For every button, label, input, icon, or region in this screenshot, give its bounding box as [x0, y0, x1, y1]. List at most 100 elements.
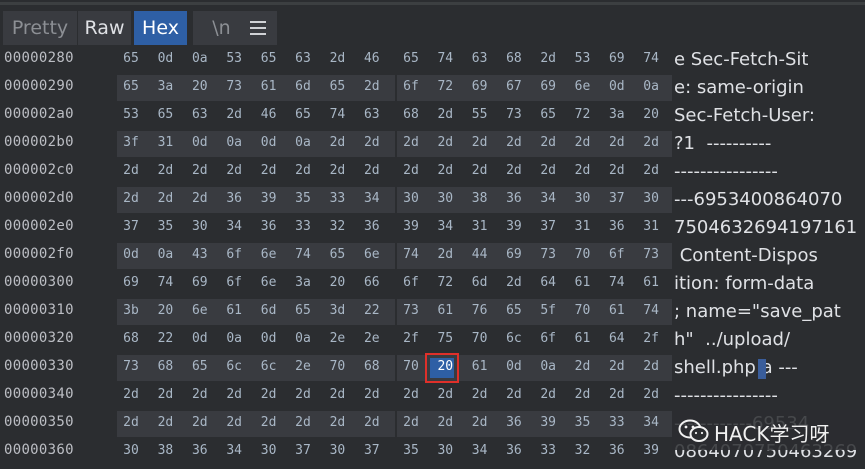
hex-byte[interactable]: 2d — [290, 415, 316, 430]
hex-byte[interactable]: 5f — [535, 303, 561, 318]
hex-byte[interactable]: 0a — [638, 79, 664, 94]
hex-byte[interactable]: 63 — [467, 51, 493, 66]
hex-byte[interactable]: 31 — [152, 135, 178, 150]
hex-byte[interactable]: 2d — [535, 387, 561, 402]
hex-byte[interactable]: 2d — [187, 191, 213, 206]
hex-byte[interactable]: 2d — [118, 415, 144, 430]
hex-byte[interactable]: 2d — [604, 387, 630, 402]
hex-byte[interactable]: 2d — [570, 163, 596, 178]
hex-byte[interactable]: 2d — [467, 135, 493, 150]
hex-byte[interactable]: 30 — [398, 191, 424, 206]
ascii-text[interactable]: 7504632694197161 — [674, 214, 857, 242]
hex-byte[interactable]: 6e — [570, 79, 596, 94]
hex-byte[interactable]: 0d — [256, 135, 282, 150]
hex-byte[interactable]: 44 — [467, 247, 493, 262]
hex-byte[interactable]: 33 — [604, 415, 630, 430]
hex-byte[interactable]: 6d — [256, 303, 282, 318]
hex-byte[interactable]: 6f — [398, 275, 424, 290]
hex-byte[interactable]: 3a — [604, 107, 630, 122]
hex-byte[interactable]: 2d — [152, 387, 178, 402]
hex-byte[interactable]: 37 — [359, 443, 385, 458]
hex-byte[interactable]: 69 — [118, 275, 144, 290]
hex-byte[interactable]: 37 — [290, 443, 316, 458]
hex-byte[interactable]: 2d — [187, 387, 213, 402]
tab-raw[interactable]: Raw — [78, 11, 131, 45]
hex-byte[interactable]: 2d — [638, 135, 664, 150]
hex-byte[interactable]: 34 — [359, 191, 385, 206]
hex-byte[interactable]: 65 — [118, 79, 144, 94]
hex-byte[interactable]: 63 — [290, 51, 316, 66]
hex-byte[interactable]: 2d — [221, 107, 247, 122]
ascii-text[interactable]: Sec-Fetch-User: — [674, 102, 815, 130]
ascii-text[interactable]: e: same-origin — [674, 74, 804, 102]
hex-byte[interactable]: 2e — [324, 331, 350, 346]
hex-byte[interactable]: 2d — [501, 163, 527, 178]
hex-view[interactable]: 00000280 65 0d 0a 53 65 63 2d 46 65 74 63 68 2d 53 69 74… — [0, 46, 865, 469]
hex-byte[interactable]: 2d — [535, 163, 561, 178]
hex-byte[interactable]: 34 — [432, 219, 458, 234]
hex-byte[interactable]: 75 — [432, 331, 458, 346]
hex-byte[interactable]: 0d — [118, 247, 144, 262]
hex-byte[interactable]: 2d — [324, 135, 350, 150]
hex-byte[interactable]: 34 — [221, 443, 247, 458]
hex-byte[interactable]: 2d — [570, 387, 596, 402]
hex-byte[interactable]: 30 — [118, 443, 144, 458]
hex-byte[interactable]: 69 — [501, 247, 527, 262]
hex-byte[interactable]: 34 — [638, 415, 664, 430]
hex-byte[interactable]: 2d — [570, 359, 596, 374]
hex-byte[interactable]: 6f — [535, 331, 561, 346]
hex-byte[interactable]: 2d — [221, 387, 247, 402]
hex-byte[interactable]: 61 — [570, 275, 596, 290]
hex-byte[interactable]: 2d — [290, 163, 316, 178]
hex-byte[interactable]: 33 — [290, 219, 316, 234]
hex-byte[interactable]: 6c — [256, 359, 282, 374]
hex-byte[interactable]: 64 — [604, 331, 630, 346]
hex-byte[interactable]: 22 — [359, 303, 385, 318]
hex-byte[interactable]: 2d — [256, 163, 282, 178]
hex-byte[interactable]: 70 — [467, 331, 493, 346]
hex-byte[interactable]: 6e — [187, 303, 213, 318]
hex-byte[interactable]: 72 — [432, 79, 458, 94]
hex-byte[interactable]: 46 — [359, 51, 385, 66]
hex-byte[interactable]: 6f — [604, 247, 630, 262]
hex-byte[interactable]: 38 — [152, 443, 178, 458]
hex-byte[interactable]: 2d — [152, 163, 178, 178]
ascii-text[interactable]: ition: form-data — [674, 270, 814, 298]
hex-byte[interactable]: 74 — [604, 275, 630, 290]
hex-byte[interactable]: 37 — [535, 219, 561, 234]
hex-byte[interactable]: 65 — [290, 303, 316, 318]
hex-byte[interactable]: 2d — [535, 51, 561, 66]
hex-byte[interactable]: 68 — [501, 51, 527, 66]
hex-byte[interactable]: 0a — [221, 331, 247, 346]
hex-byte[interactable]: 2d — [570, 135, 596, 150]
hex-byte[interactable]: 2d — [118, 163, 144, 178]
hex-byte[interactable]: 2d — [187, 415, 213, 430]
hex-byte[interactable]: 53 — [570, 51, 596, 66]
hex-byte[interactable]: 2d — [501, 275, 527, 290]
hex-byte[interactable]: 30 — [570, 191, 596, 206]
hex-byte[interactable]: 2d — [359, 163, 385, 178]
hex-byte[interactable]: 65 — [398, 51, 424, 66]
hex-byte[interactable]: 33 — [324, 191, 350, 206]
hex-byte[interactable]: 68 — [152, 359, 178, 374]
hex-byte[interactable]: 55 — [467, 107, 493, 122]
hex-byte[interactable]: 53 — [118, 107, 144, 122]
hex-byte[interactable]: 2d — [432, 387, 458, 402]
hex-byte[interactable]: 6f — [398, 79, 424, 94]
hex-byte[interactable]: 2d — [501, 387, 527, 402]
ascii-text[interactable]: ?1 ---------- — [674, 130, 771, 158]
hex-byte[interactable]: 3d — [324, 303, 350, 318]
hex-byte[interactable]: 53 — [221, 51, 247, 66]
hex-byte[interactable]: 68 — [359, 359, 385, 374]
hex-byte[interactable]: 2d — [638, 387, 664, 402]
hex-byte[interactable]: 65 — [187, 359, 213, 374]
hex-byte[interactable]: 0d — [256, 331, 282, 346]
hex-byte[interactable]: 0a — [290, 135, 316, 150]
hex-byte[interactable]: 74 — [432, 51, 458, 66]
hex-byte[interactable]: 43 — [187, 247, 213, 262]
hex-byte[interactable]: 0a — [221, 135, 247, 150]
hex-byte[interactable]: 2d — [398, 415, 424, 430]
hex-byte[interactable]: 2d — [604, 359, 630, 374]
hex-byte[interactable]: 65 — [324, 79, 350, 94]
hex-byte[interactable]: 32 — [324, 219, 350, 234]
